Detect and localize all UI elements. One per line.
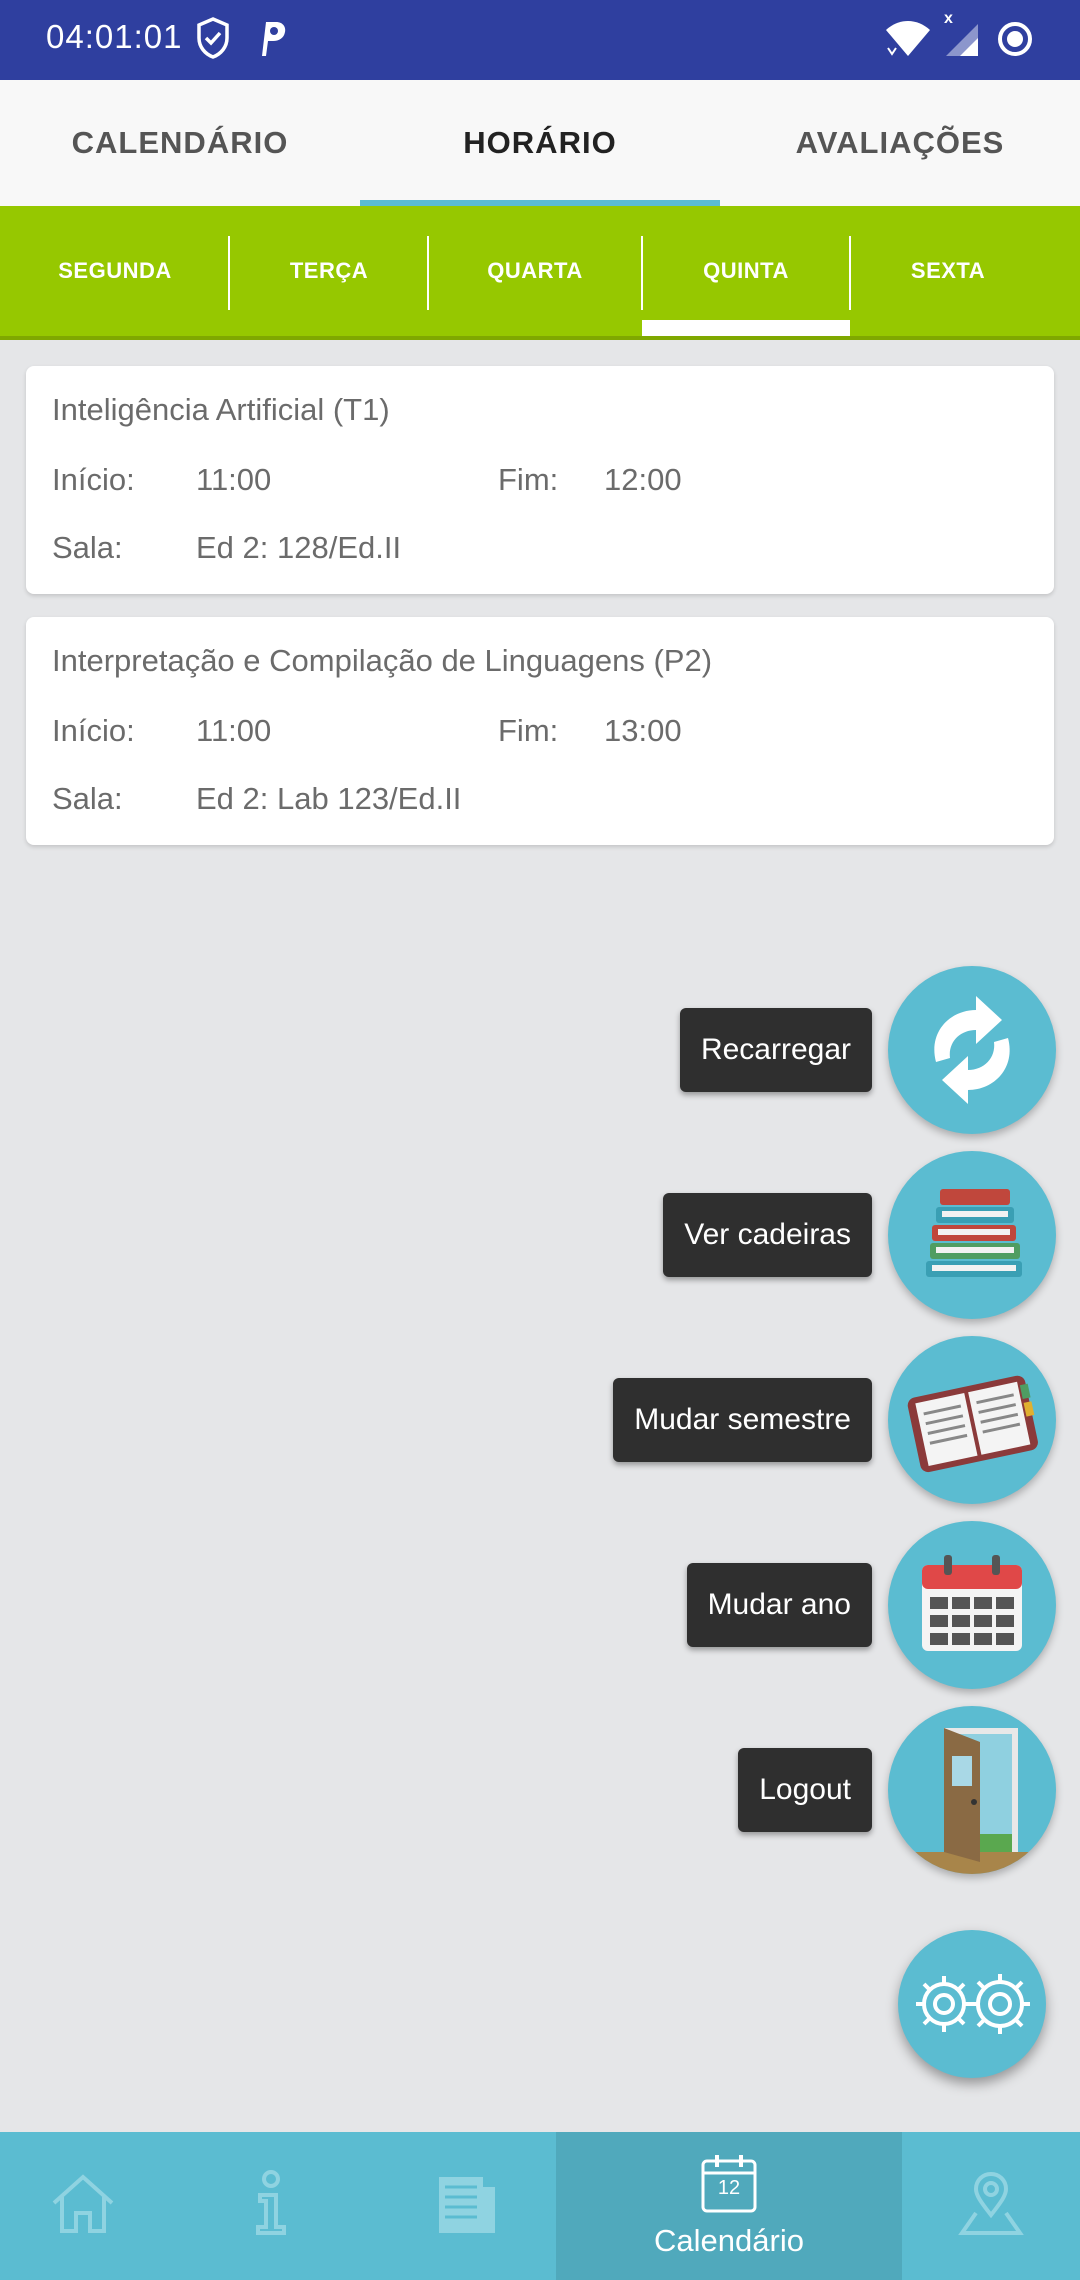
planner-icon[interactable] [888, 1336, 1056, 1504]
settings-fab-button[interactable] [898, 1930, 1046, 2078]
fab-menu-logout[interactable]: Logout [666, 1706, 1056, 1874]
fab-label-recarregar[interactable]: Recarregar [679, 1008, 872, 1092]
day-tab-bar-shadow [0, 336, 1080, 340]
calendar-icon[interactable] [888, 1521, 1056, 1689]
fab-label-logout[interactable]: Logout [738, 1748, 872, 1832]
bottom-navigation: 12 Calendário [0, 2132, 1080, 2280]
start-time: 11:00 [196, 713, 272, 748]
nav-calendario[interactable]: 12 Calendário [556, 2132, 902, 2280]
calendar-day-number: 12 [717, 2177, 741, 2199]
class-title: Interpretação e Compilação de Linguagens… [52, 643, 713, 678]
tab-calendario[interactable]: CALENDÁRIO [0, 80, 360, 206]
home-icon [48, 2169, 118, 2244]
fab-menu-mudar-ano[interactable]: Mudar ano [666, 1521, 1056, 1689]
nav-calendario-label: Calendário [654, 2223, 804, 2258]
start-label: Início: [52, 713, 135, 748]
end-time: 13:00 [604, 713, 682, 748]
record-circle-icon [996, 20, 1034, 63]
info-icon [246, 2169, 296, 2244]
tab-segunda[interactable]: SEGUNDA [0, 206, 230, 336]
tab-quarta[interactable]: QUARTA [428, 206, 642, 336]
end-label: Fim: [498, 713, 559, 748]
fab-menu-recarregar[interactable]: Recarregar [666, 966, 1056, 1134]
top-tab-bar: CALENDÁRIO HORÁRIO AVALIAÇÕES [0, 80, 1080, 206]
room-value: Ed 2: Lab 123/Ed.II [196, 781, 462, 816]
parking-p-icon [256, 16, 288, 65]
tab-quinta[interactable]: QUINTA [642, 206, 850, 336]
tab-avaliacoes[interactable]: AVALIAÇÕES [720, 80, 1080, 206]
room-value: Ed 2: 128/Ed.II [196, 530, 402, 565]
fab-menu-ver-cadeiras[interactable]: Ver cadeiras [663, 1151, 1056, 1319]
class-card[interactable]: Interpretação e Compilação de Linguagens… [26, 617, 1054, 845]
fab-menu-mudar-semestre[interactable]: Mudar semestre [613, 1336, 1056, 1504]
tab-sexta[interactable]: SEXTA [850, 206, 1046, 336]
map-pin-icon [956, 2169, 1026, 2244]
fab-label-ver-cadeiras[interactable]: Ver cadeiras [663, 1193, 872, 1277]
nav-map[interactable] [902, 2132, 1080, 2280]
selected-day-indicator [642, 320, 850, 336]
cell-signal-icon [944, 22, 980, 63]
status-time: 04:01:01 [46, 18, 183, 55]
refresh-icon[interactable] [888, 966, 1056, 1134]
nav-info[interactable] [166, 2132, 376, 2280]
calendar-icon: 12 [699, 2153, 759, 2215]
wifi-icon [884, 18, 932, 63]
room-label: Sala: [52, 530, 123, 565]
shield-check-icon [196, 16, 230, 65]
gears-icon [898, 1974, 1046, 2082]
books-icon[interactable] [888, 1151, 1056, 1319]
room-label: Sala: [52, 781, 123, 816]
class-card[interactable]: Inteligência Artificial (T1) Início: 11:… [26, 366, 1054, 594]
day-tab-bar: SEGUNDA TERÇA QUARTA QUINTA SEXTA [0, 206, 1080, 340]
end-label: Fim: [498, 462, 559, 497]
start-label: Início: [52, 462, 135, 497]
class-title: Inteligência Artificial (T1) [52, 392, 390, 427]
door-icon[interactable] [888, 1706, 1056, 1874]
end-time: 12:00 [604, 462, 682, 497]
nav-news[interactable] [376, 2132, 556, 2280]
nav-home[interactable] [0, 2132, 166, 2280]
tab-horario[interactable]: HORÁRIO [360, 80, 720, 206]
status-bar: 04:01:01 x [0, 0, 1080, 80]
fab-label-mudar-semestre[interactable]: Mudar semestre [613, 1378, 872, 1462]
start-time: 11:00 [196, 462, 272, 497]
tab-terca[interactable]: TERÇA [230, 206, 428, 336]
news-icon [431, 2169, 501, 2244]
fab-label-mudar-ano[interactable]: Mudar ano [686, 1563, 872, 1647]
